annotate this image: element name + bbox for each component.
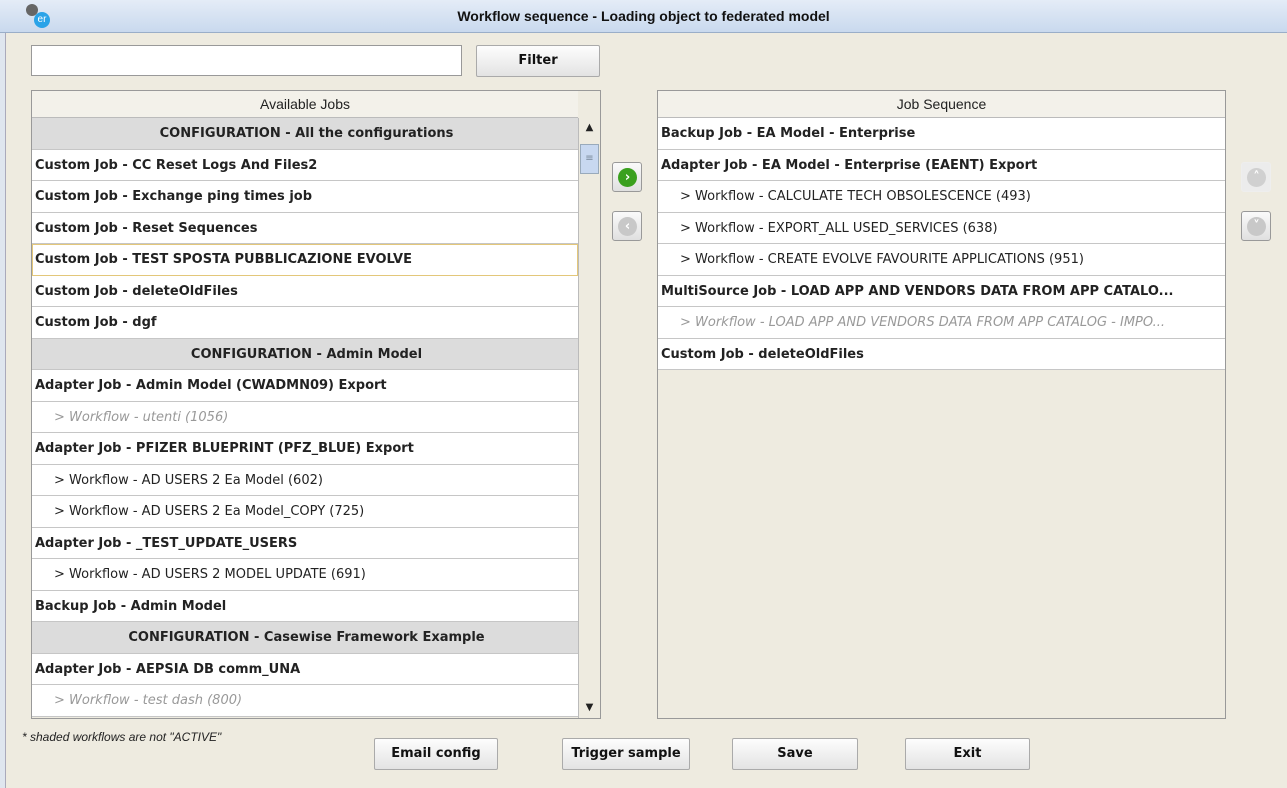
window-border xyxy=(0,33,6,788)
email-config-button[interactable]: Email config xyxy=(374,738,498,770)
job-row[interactable]: Backup Job - EA Model - Enterprise xyxy=(658,118,1225,150)
filter-button[interactable]: Filter xyxy=(476,45,600,77)
workflow-row[interactable]: > Workflow - test dash (800) xyxy=(32,685,578,717)
workflow-row[interactable]: > Workflow - CALCULATE TECH OBSOLESCENCE… xyxy=(658,181,1225,213)
job-row[interactable]: Adapter Job - AEPSIA DB comm_UNA xyxy=(32,653,578,685)
configuration-group-row[interactable]: CONFIGURATION - All the configurations xyxy=(32,118,578,150)
job-row[interactable]: Custom Job - TEST SPOSTA PUBBLICAZIONE E… xyxy=(32,244,578,276)
scroll-thumb[interactable]: ≡ xyxy=(580,144,599,174)
workflow-row[interactable]: > Workflow - CREATE EVOLVE FAVOURITE APP… xyxy=(658,244,1225,276)
workflow-row[interactable]: > Workflow - LOAD APP AND VENDORS DATA F… xyxy=(658,307,1225,339)
move-up-button[interactable]: ˄ xyxy=(1241,162,1271,192)
job-row[interactable]: Adapter Job - PFIZER BLUEPRINT (PFZ_BLUE… xyxy=(32,433,578,465)
add-to-sequence-button[interactable]: › xyxy=(612,162,642,192)
job-row[interactable]: Adapter Job - Admin Model (CWADMN09) Exp… xyxy=(32,370,578,402)
footnote: * shaded workflows are not "ACTIVE" xyxy=(22,730,222,744)
arrow-up-icon: ˄ xyxy=(1247,168,1266,187)
arrow-down-icon: ˅ xyxy=(1247,217,1266,236)
exit-button[interactable]: Exit xyxy=(905,738,1030,770)
job-row[interactable]: Custom Job - dgf xyxy=(32,307,578,339)
scroll-down-icon[interactable]: ▼ xyxy=(579,698,600,718)
available-jobs-header: Available Jobs xyxy=(32,91,578,118)
window-title: Workflow sequence - Loading object to fe… xyxy=(457,8,830,24)
workflow-row[interactable]: > Workflow - AD USERS 2 MODEL UPDATE (69… xyxy=(32,559,578,591)
job-sequence-header: Job Sequence xyxy=(658,91,1225,118)
workflow-row[interactable]: > Workflow - AD USERS 2 Ea Model (602) xyxy=(32,464,578,496)
arrow-left-icon: ‹ xyxy=(618,217,637,236)
title-bar: er Workflow sequence - Loading object to… xyxy=(0,0,1287,33)
app-gear-icon: er xyxy=(26,4,50,28)
job-row[interactable]: Custom Job - CC Reset Logs And Files2 xyxy=(32,149,578,181)
configuration-group-row[interactable]: CONFIGURATION - Admin Model xyxy=(32,338,578,370)
workflow-row[interactable]: > Workflow - utenti (1056) xyxy=(32,401,578,433)
job-sequence-list[interactable]: Job Sequence Backup Job - EA Model - Ent… xyxy=(657,90,1226,719)
available-jobs-list[interactable]: Available Jobs CONFIGURATION - All the c… xyxy=(31,90,601,719)
scrollbar[interactable]: ▲ ≡ ▼ xyxy=(578,118,600,718)
workflow-row[interactable]: > Workflow - AD USERS 2 Ea Model_COPY (7… xyxy=(32,496,578,528)
job-row[interactable]: Backup Job - Admin Model xyxy=(32,590,578,622)
configuration-group-row[interactable]: CONFIGURATION - Casewise Framework Examp… xyxy=(32,622,578,654)
job-row[interactable]: Adapter Job - EA Model - Enterprise (EAE… xyxy=(658,149,1225,181)
filter-input[interactable] xyxy=(31,45,462,76)
job-row[interactable]: MultiSource Job - LOAD APP AND VENDORS D… xyxy=(658,275,1225,307)
save-button[interactable]: Save xyxy=(732,738,858,770)
job-row[interactable]: Custom Job - Exchange ping times job xyxy=(32,181,578,213)
job-row[interactable]: Custom Job - Reset Sequences xyxy=(32,212,578,244)
move-down-button[interactable]: ˅ xyxy=(1241,211,1271,241)
remove-from-sequence-button[interactable]: ‹ xyxy=(612,211,642,241)
arrow-right-icon: › xyxy=(618,168,637,187)
workflow-row[interactable]: > Workflow - EXPORT_ALL USED_SERVICES (6… xyxy=(658,212,1225,244)
job-row[interactable]: Adapter Job - _TEST_UPDATE_USERS xyxy=(32,527,578,559)
scroll-up-icon[interactable]: ▲ xyxy=(579,118,600,138)
job-row[interactable]: Custom Job - deleteOldFiles xyxy=(658,338,1225,370)
job-row[interactable]: Custom Job - deleteOldFiles xyxy=(32,275,578,307)
trigger-sample-button[interactable]: Trigger sample xyxy=(562,738,690,770)
